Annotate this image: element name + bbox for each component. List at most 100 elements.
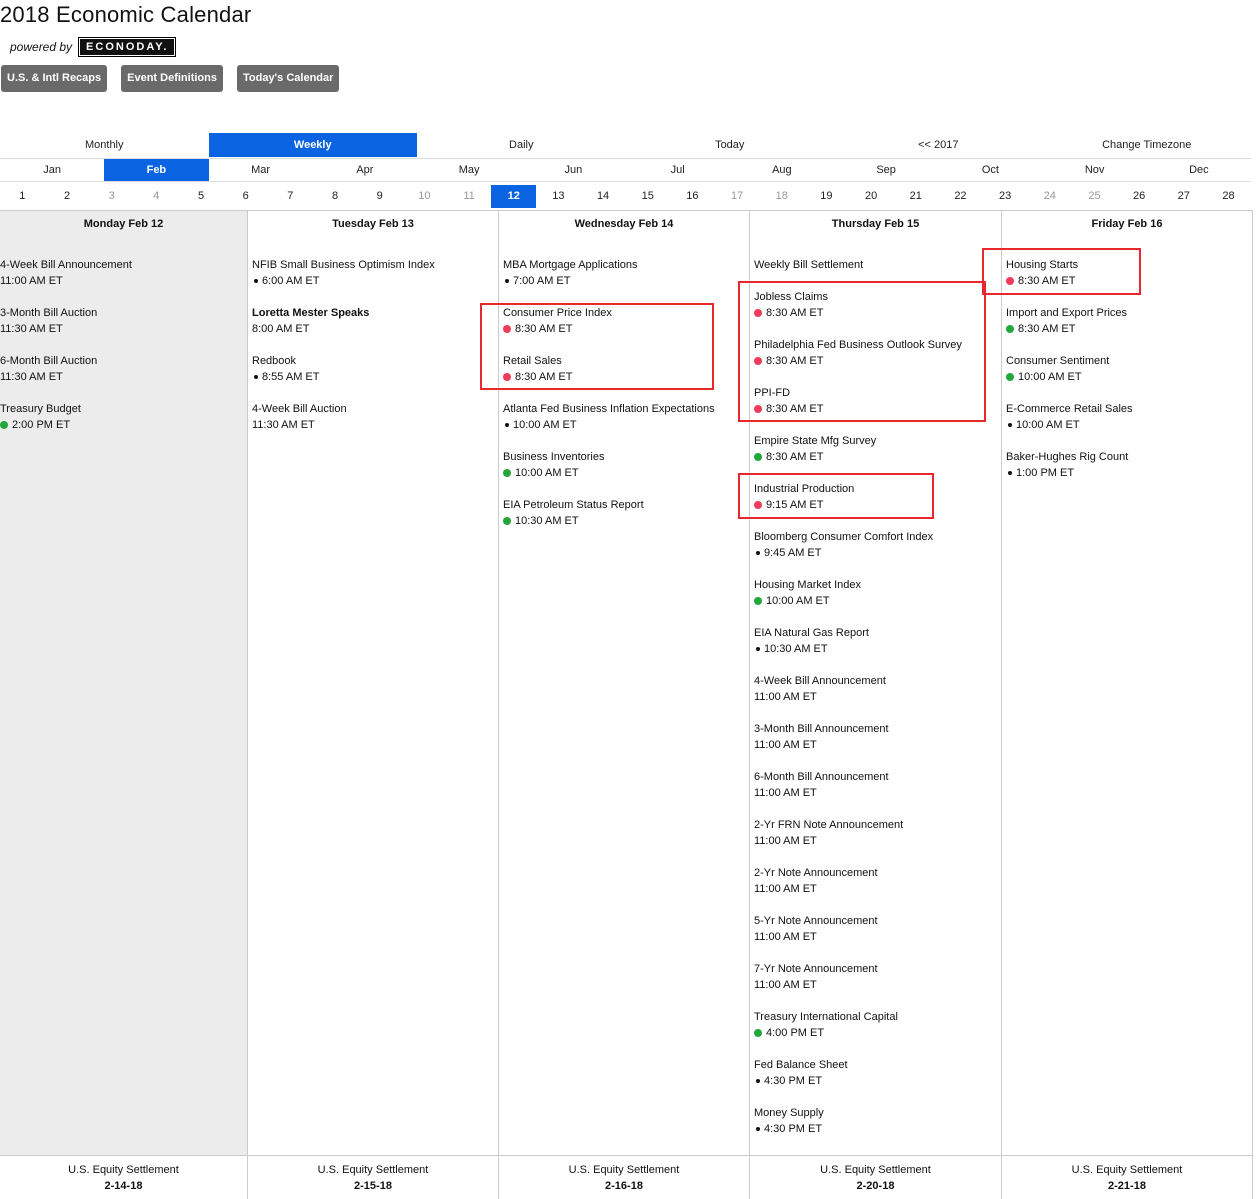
view-tab-change-timezone[interactable]: Change Timezone: [1043, 133, 1252, 157]
event-name-link[interactable]: Housing Starts: [1006, 257, 1252, 273]
event-name-link[interactable]: Jobless Claims: [754, 289, 1001, 305]
event-name-link[interactable]: MBA Mortgage Applications: [503, 257, 749, 273]
event-name-link[interactable]: Redbook: [252, 353, 498, 369]
day-tab-12[interactable]: 12: [491, 185, 537, 208]
event-name-link[interactable]: Consumer Sentiment: [1006, 353, 1252, 369]
event-name-link[interactable]: Treasury International Capital: [754, 1009, 1001, 1025]
event-name-link[interactable]: 2-Yr FRN Note Announcement: [754, 817, 1001, 833]
event-name-link[interactable]: Atlanta Fed Business Inflation Expectati…: [503, 401, 749, 417]
day-tab-21[interactable]: 21: [893, 185, 938, 208]
view-tab-daily[interactable]: Daily: [417, 133, 626, 157]
event-name-link[interactable]: Baker-Hughes Rig Count: [1006, 449, 1252, 465]
day-tab-5[interactable]: 5: [179, 185, 224, 208]
day-tab-4[interactable]: 4: [134, 185, 179, 208]
event-name-link[interactable]: Industrial Production: [754, 481, 1001, 497]
event-name-link[interactable]: Money Supply: [754, 1105, 1001, 1121]
event-name-link[interactable]: 6-Month Bill Auction: [0, 353, 247, 369]
event-name-link[interactable]: 2-Yr Note Announcement: [754, 865, 1001, 881]
month-tab-mar[interactable]: Mar: [209, 159, 313, 181]
event-name-link[interactable]: 4-Week Bill Announcement: [754, 673, 1001, 689]
event-name-link[interactable]: 4-Week Bill Announcement: [0, 257, 247, 273]
event-name-link[interactable]: Bloomberg Consumer Comfort Index: [754, 529, 1001, 545]
day-tab-20[interactable]: 20: [849, 185, 894, 208]
black-dot-icon: [756, 647, 760, 651]
settlement-label[interactable]: U.S. Equity Settlement: [1002, 1162, 1252, 1178]
event-name-link[interactable]: 6-Month Bill Announcement: [754, 769, 1001, 785]
event-name-link[interactable]: 4-Week Bill Auction: [252, 401, 498, 417]
day-tab-14[interactable]: 14: [581, 185, 626, 208]
event-name-link[interactable]: 5-Yr Note Announcement: [754, 913, 1001, 929]
month-tab-dec[interactable]: Dec: [1147, 159, 1251, 181]
event-name-link[interactable]: EIA Natural Gas Report: [754, 625, 1001, 641]
settlement-label[interactable]: U.S. Equity Settlement: [750, 1162, 1001, 1178]
day-column-header: Monday Feb 12: [83, 218, 164, 230]
event-name-link[interactable]: EIA Petroleum Status Report: [503, 497, 749, 513]
day-tab-16[interactable]: 16: [670, 185, 715, 208]
day-tab-25[interactable]: 25: [1072, 185, 1117, 208]
view-tabs: Monthly Weekly Daily Today << 2017 Change Tim…: [0, 133, 1251, 157]
view-tab-monthly[interactable]: Monthly: [0, 133, 209, 157]
event-name-link[interactable]: Loretta Mester Speaks: [252, 305, 498, 321]
event-item: 4-Week Bill Announcement 11:00 AM ET: [754, 667, 1001, 715]
day-column-header: Thursday Feb 15: [831, 218, 920, 230]
day-tab-13[interactable]: 13: [536, 185, 581, 208]
event-name-link[interactable]: Consumer Price Index: [503, 305, 749, 321]
day-tab-17[interactable]: 17: [715, 185, 760, 208]
view-tab-today[interactable]: Today: [626, 133, 835, 157]
view-tab-2017[interactable]: << 2017: [834, 133, 1043, 157]
day-tab-27[interactable]: 27: [1161, 185, 1206, 208]
us-intl-recaps-button[interactable]: U.S. & Intl Recaps: [1, 65, 108, 92]
event-name-link[interactable]: NFIB Small Business Optimism Index: [252, 257, 498, 273]
day-tab-26[interactable]: 26: [1117, 185, 1162, 208]
day-tab-3[interactable]: 3: [89, 185, 134, 208]
month-tab-sep[interactable]: Sep: [834, 159, 938, 181]
event-time: 8:30 AM ET: [1006, 273, 1252, 289]
day-tab-10[interactable]: 10: [402, 185, 447, 208]
event-name-link[interactable]: PPI-FD: [754, 385, 1001, 401]
event-name-link[interactable]: 3-Month Bill Announcement: [754, 721, 1001, 737]
event-name-link[interactable]: Retail Sales: [503, 353, 749, 369]
day-tab-18[interactable]: 18: [759, 185, 804, 208]
month-tab-nov[interactable]: Nov: [1043, 159, 1147, 181]
month-tab-jul[interactable]: Jul: [626, 159, 730, 181]
day-tab-11[interactable]: 11: [447, 185, 492, 208]
event-time: 7:00 AM ET: [503, 273, 749, 289]
month-tab-feb[interactable]: Feb: [104, 159, 209, 181]
day-tab-2[interactable]: 2: [45, 185, 90, 208]
month-tab-oct[interactable]: Oct: [938, 159, 1042, 181]
event-name-link[interactable]: 3-Month Bill Auction: [0, 305, 247, 321]
month-tab-may[interactable]: May: [417, 159, 521, 181]
month-tab-aug[interactable]: Aug: [730, 159, 834, 181]
event-name-link[interactable]: E-Commerce Retail Sales: [1006, 401, 1252, 417]
day-tab-9[interactable]: 9: [357, 185, 402, 208]
view-tab-weekly[interactable]: Weekly: [208, 133, 417, 157]
event-name-link[interactable]: Import and Export Prices: [1006, 305, 1252, 321]
settlement-label[interactable]: U.S. Equity Settlement: [499, 1162, 749, 1178]
event-name-link[interactable]: Treasury Budget: [0, 401, 247, 417]
day-tab-6[interactable]: 6: [223, 185, 268, 208]
day-tab-19[interactable]: 19: [804, 185, 849, 208]
event-name-link[interactable]: Business Inventories: [503, 449, 749, 465]
event-name-link[interactable]: Weekly Bill Settlement: [754, 257, 1001, 273]
day-tab-15[interactable]: 15: [625, 185, 670, 208]
event-definitions-button[interactable]: Event Definitions: [121, 65, 223, 92]
day-tab-8[interactable]: 8: [313, 185, 358, 208]
month-tab-apr[interactable]: Apr: [313, 159, 417, 181]
day-tab-22[interactable]: 22: [938, 185, 983, 208]
todays-calendar-button[interactable]: Today's Calendar: [236, 65, 340, 92]
settlement-label[interactable]: U.S. Equity Settlement: [248, 1162, 498, 1178]
day-tab-24[interactable]: 24: [1027, 185, 1072, 208]
month-tab-jun[interactable]: Jun: [521, 159, 625, 181]
day-tab-1[interactable]: 1: [0, 185, 45, 208]
day-tab-23[interactable]: 23: [983, 185, 1028, 208]
econoday-logo[interactable]: ECONODAY.: [78, 37, 177, 57]
day-tab-28[interactable]: 28: [1206, 185, 1251, 208]
event-name-link[interactable]: 7-Yr Note Announcement: [754, 961, 1001, 977]
settlement-label[interactable]: U.S. Equity Settlement: [0, 1162, 247, 1178]
day-tab-7[interactable]: 7: [268, 185, 313, 208]
event-name-link[interactable]: Philadelphia Fed Business Outlook Survey: [754, 337, 1001, 353]
event-name-link[interactable]: Housing Market Index: [754, 577, 1001, 593]
month-tab-jan[interactable]: Jan: [0, 159, 104, 181]
event-name-link[interactable]: Empire State Mfg Survey: [754, 433, 1001, 449]
event-name-link[interactable]: Fed Balance Sheet: [754, 1057, 1001, 1073]
